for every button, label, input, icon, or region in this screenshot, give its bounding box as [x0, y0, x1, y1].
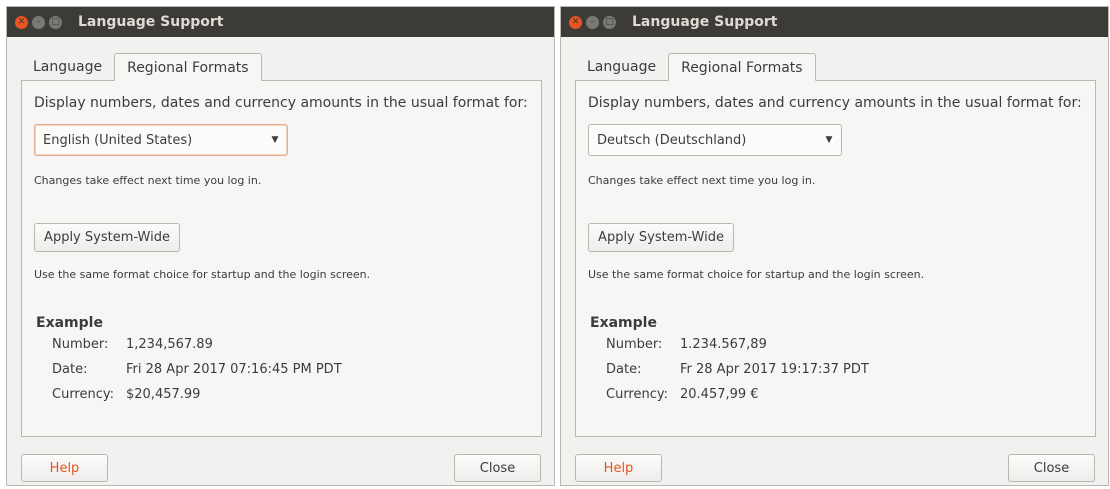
example-date-row: Date: Fr 28 Apr 2017 19:17:37 PDT	[606, 362, 869, 377]
number-value: 1.234.567,89	[680, 337, 767, 352]
number-value: 1,234,567.89	[126, 337, 213, 352]
currency-label: Currency:	[52, 387, 115, 402]
window-title: Language Support	[78, 14, 224, 30]
title-bar: ✕ – □ Language Support	[7, 7, 554, 37]
number-label: Number:	[52, 337, 109, 352]
chevron-down-icon: ▼	[825, 135, 833, 145]
maximize-icon[interactable]: □	[603, 15, 616, 29]
date-value: Fri 28 Apr 2017 07:16:45 PM PDT	[126, 362, 342, 377]
date-label: Date:	[52, 362, 88, 377]
apply-note: Use the same format choice for startup a…	[34, 268, 371, 281]
number-label: Number:	[606, 337, 663, 352]
language-support-window-german: ✕ – □ Language Support Language Regional…	[560, 6, 1109, 486]
tab-regional-formats[interactable]: Regional Formats	[114, 53, 262, 81]
close-button[interactable]: Close	[454, 454, 541, 482]
maximize-icon[interactable]: □	[49, 15, 62, 29]
help-button[interactable]: Help	[21, 454, 108, 482]
example-date-row: Date: Fri 28 Apr 2017 07:16:45 PM PDT	[52, 362, 342, 377]
changes-note: Changes take effect next time you log in…	[34, 174, 262, 187]
currency-value: $20,457.99	[126, 387, 201, 402]
format-dropdown-value: English (United States)	[43, 132, 193, 148]
apply-system-wide-button[interactable]: Apply System-Wide	[588, 223, 734, 252]
date-value: Fr 28 Apr 2017 19:17:37 PDT	[680, 362, 869, 377]
regional-formats-panel: Display numbers, dates and currency amou…	[575, 80, 1096, 437]
format-dropdown[interactable]: Deutsch (Deutschland) ▼	[588, 124, 842, 156]
tab-language[interactable]: Language	[575, 53, 668, 81]
currency-value: 20.457,99 €	[680, 387, 759, 402]
tab-regional-formats[interactable]: Regional Formats	[668, 53, 816, 81]
date-label: Date:	[606, 362, 642, 377]
regional-formats-panel: Display numbers, dates and currency amou…	[21, 80, 542, 437]
apply-note: Use the same format choice for startup a…	[588, 268, 925, 281]
example-currency-row: Currency: 20.457,99 €	[606, 387, 759, 402]
close-button[interactable]: Close	[1008, 454, 1095, 482]
close-icon[interactable]: ✕	[15, 15, 28, 29]
example-number-row: Number: 1,234,567.89	[52, 337, 213, 352]
tab-bar: Language Regional Formats	[575, 53, 816, 81]
example-title: Example	[36, 315, 103, 331]
format-heading: Display numbers, dates and currency amou…	[34, 95, 528, 111]
chevron-down-icon: ▼	[271, 135, 279, 145]
format-dropdown[interactable]: English (United States) ▼	[34, 124, 288, 156]
minimize-icon[interactable]: –	[32, 15, 45, 29]
close-icon[interactable]: ✕	[569, 15, 582, 29]
minimize-icon[interactable]: –	[586, 15, 599, 29]
example-currency-row: Currency: $20,457.99	[52, 387, 200, 402]
help-button[interactable]: Help	[575, 454, 662, 482]
example-number-row: Number: 1.234.567,89	[606, 337, 767, 352]
example-title: Example	[590, 315, 657, 331]
language-support-window-english: ✕ – □ Language Support Language Regional…	[6, 6, 555, 486]
apply-system-wide-button[interactable]: Apply System-Wide	[34, 223, 180, 252]
tab-language[interactable]: Language	[21, 53, 114, 81]
currency-label: Currency:	[606, 387, 669, 402]
screenshot-stage: ✕ – □ Language Support Language Regional…	[0, 0, 1110, 489]
tab-bar: Language Regional Formats	[21, 53, 262, 81]
window-title: Language Support	[632, 14, 778, 30]
format-dropdown-value: Deutsch (Deutschland)	[597, 132, 747, 148]
changes-note: Changes take effect next time you log in…	[588, 174, 816, 187]
format-heading: Display numbers, dates and currency amou…	[588, 95, 1082, 111]
title-bar: ✕ – □ Language Support	[561, 7, 1108, 37]
